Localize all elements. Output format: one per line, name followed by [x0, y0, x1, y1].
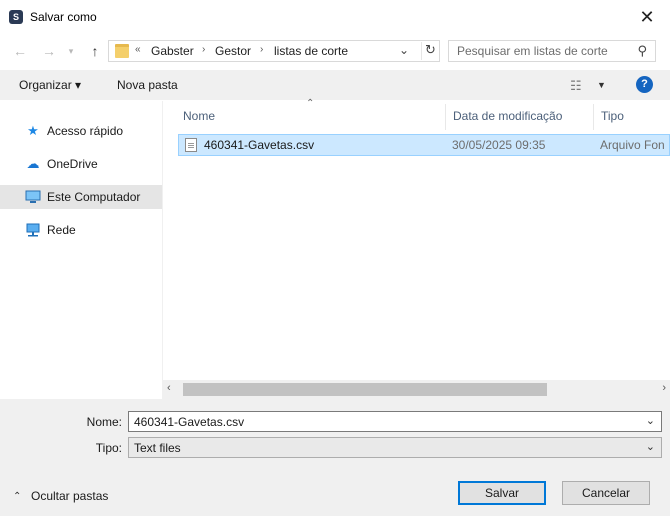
search-input[interactable]: Pesquisar em listas de corte — [457, 44, 608, 58]
address-bar[interactable]: « Gabster › Gestor › listas de corte ⌄ ↻ — [108, 40, 440, 62]
folder-icon — [115, 44, 129, 58]
column-header-name[interactable]: Nome — [176, 104, 446, 130]
chevron-up-icon[interactable]: ⌃ — [13, 491, 21, 502]
horizontal-scrollbar[interactable]: ‹ › — [163, 380, 670, 399]
title-bar: S Salvar como ✕ — [0, 0, 670, 34]
address-dropdown-icon[interactable]: ⌄ — [399, 43, 409, 57]
view-dropdown-icon[interactable]: ▼ — [597, 80, 606, 90]
column-header-type[interactable]: Tipo — [594, 104, 670, 130]
star-icon: ★ — [27, 123, 39, 138]
recent-locations-chevron-icon[interactable]: ▾ — [62, 42, 80, 60]
scroll-left-icon[interactable]: ‹ — [167, 382, 171, 394]
chevron-down-icon[interactable]: ⌄ — [646, 440, 655, 453]
file-type: Arquivo Fon — [600, 138, 665, 152]
file-row[interactable]: 460341-Gavetas.csv 30/05/2025 09:35 Arqu… — [178, 134, 670, 156]
nav-item-onedrive[interactable]: ☁ OneDrive — [0, 152, 162, 176]
search-icon: ⚲ — [637, 43, 647, 58]
breadcrumb-overflow-icon[interactable]: « — [135, 44, 141, 55]
search-box[interactable]: Pesquisar em listas de corte ⚲ — [448, 40, 656, 62]
scroll-right-icon[interactable]: › — [662, 382, 666, 394]
column-header-label: Nome — [183, 109, 216, 123]
breadcrumb-gabster[interactable]: Gabster — [151, 44, 194, 58]
file-type-value: Text files — [134, 441, 181, 455]
organize-button[interactable]: Organizar ▾ — [19, 78, 81, 92]
file-name-input[interactable]: 460341-Gavetas.csv — [134, 415, 244, 429]
close-icon: ✕ — [639, 7, 655, 27]
file-name: 460341-Gavetas.csv — [204, 138, 315, 152]
document-icon — [185, 138, 197, 152]
new-folder-button[interactable]: Nova pasta — [117, 78, 178, 92]
breadcrumb-separator-icon[interactable]: › — [260, 44, 263, 55]
app-icon: S — [9, 10, 23, 24]
nav-item-this-pc[interactable]: Este Computador — [0, 185, 162, 209]
close-button[interactable]: ✕ — [624, 0, 670, 34]
nav-item-label: Acesso rápido — [47, 124, 124, 138]
breadcrumb-gestor[interactable]: Gestor — [215, 44, 251, 58]
file-date: 30/05/2025 09:35 — [452, 138, 546, 152]
file-name-field[interactable]: 460341-Gavetas.csv ⌄ — [128, 411, 662, 432]
column-header-label: Tipo — [601, 109, 624, 123]
computer-icon — [25, 189, 41, 205]
up-arrow-icon[interactable]: ↑ — [86, 42, 104, 60]
name-label: Nome: — [86, 415, 122, 429]
view-options-icon[interactable]: ☷ — [570, 78, 582, 94]
window-title: Salvar como — [30, 10, 97, 24]
save-button[interactable]: Salvar — [458, 481, 546, 505]
navigation-pane: ★ Acesso rápido ☁ OneDrive Este Computad… — [0, 101, 163, 399]
forward-arrow-icon[interactable]: → — [40, 42, 58, 60]
column-header-date[interactable]: Data de modificação — [446, 104, 594, 130]
column-header-label: Data de modificação — [453, 109, 563, 123]
cancel-button[interactable]: Cancelar — [562, 481, 650, 505]
file-type-select[interactable]: Text files ⌄ — [128, 437, 662, 458]
hide-folders-button[interactable]: Ocultar pastas — [31, 489, 108, 503]
chevron-down-icon[interactable]: ⌄ — [646, 414, 655, 427]
scrollbar-thumb[interactable] — [183, 383, 547, 396]
type-label: Tipo: — [95, 441, 122, 455]
network-icon — [25, 222, 41, 238]
breadcrumb-listas-de-corte[interactable]: listas de corte — [274, 44, 348, 58]
breadcrumb-separator-icon[interactable]: › — [202, 44, 205, 55]
nav-item-label: Rede — [47, 223, 76, 237]
cloud-icon: ☁ — [26, 156, 40, 171]
nav-item-quick-access[interactable]: ★ Acesso rápido — [0, 119, 162, 143]
back-arrow-icon[interactable]: ← — [11, 42, 29, 60]
help-icon[interactable]: ? — [636, 76, 653, 93]
nav-item-label: Este Computador — [47, 190, 141, 204]
nav-item-label: OneDrive — [47, 157, 98, 171]
refresh-icon[interactable]: ↻ — [421, 42, 439, 60]
nav-item-network[interactable]: Rede — [0, 218, 162, 242]
